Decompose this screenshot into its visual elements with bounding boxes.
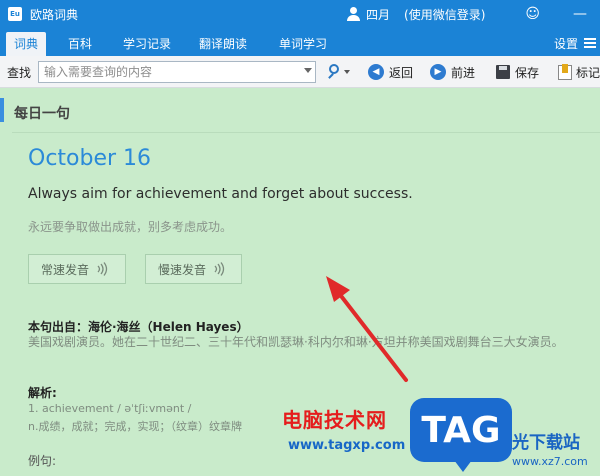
- app-title: 欧路词典: [30, 7, 79, 22]
- watermark-right-text: 光下载站: [512, 433, 580, 453]
- watermark-url: www.tagxp.com: [288, 438, 406, 453]
- settings-button[interactable]: 设置: [554, 32, 578, 56]
- chevron-down-icon: [344, 70, 350, 74]
- section-divider: [12, 132, 600, 133]
- user-icon[interactable]: [346, 6, 362, 22]
- source-label: 本句出自：海伦·海丝（Helen Hayes）: [28, 320, 249, 334]
- mark-button[interactable]: 标记: [558, 62, 600, 82]
- speaker-icon: [214, 262, 225, 276]
- section-title: 每日一句: [14, 106, 70, 122]
- section-accent-bar: [0, 98, 4, 122]
- minimize-button[interactable]: —: [570, 6, 590, 22]
- watermark-site-name: 电脑技术网: [282, 408, 387, 432]
- daily-sentence-en: Always aim for achievement and forget ab…: [28, 186, 413, 202]
- title-bar: Eu 欧路词典 四月 (使用微信登录) ☺ —: [0, 0, 600, 28]
- search-input[interactable]: [38, 61, 316, 83]
- search-icon: [329, 64, 339, 74]
- slow-speed-label: 慢速发音: [158, 262, 207, 277]
- save-button[interactable]: 保存: [496, 62, 539, 82]
- smile-icon[interactable]: ☺: [525, 6, 540, 22]
- back-button[interactable]: ◀ 返回: [368, 62, 413, 82]
- tab-word-study[interactable]: 单词学习: [272, 32, 334, 56]
- back-arrow-icon: ◀: [368, 64, 384, 80]
- tab-study-records[interactable]: 学习记录: [116, 32, 178, 56]
- forward-label: 前进: [451, 65, 476, 80]
- app-logo-icon: Eu: [8, 7, 22, 21]
- save-icon: [496, 65, 510, 79]
- user-name[interactable]: 四月: [366, 6, 390, 23]
- tab-translate-read[interactable]: 翻译朗读: [192, 32, 254, 56]
- nav-bar: 词典 百科 学习记录 翻译朗读 单词学习 设置: [0, 28, 600, 56]
- title-right-group: 四月 (使用微信登录) ☺ —: [346, 0, 600, 28]
- search-toolbar: 查找 ◀ 返回 ▶ 前进 保存 标记: [0, 56, 600, 88]
- normal-speed-audio-button[interactable]: 常速发音: [28, 254, 126, 284]
- forward-arrow-icon: ▶: [430, 64, 446, 80]
- save-label: 保存: [515, 65, 540, 80]
- menu-icon[interactable]: [584, 38, 596, 48]
- source-description: 美国戏剧演员。她在二十世纪二、三十年代和凯瑟琳·科内尔和琳·方坦并称美国戏剧舞台…: [28, 335, 564, 349]
- back-label: 返回: [389, 65, 414, 80]
- analysis-word: 1. achievement / əˈtʃiːvmənt /: [28, 402, 192, 415]
- tab-dictionary[interactable]: 词典: [6, 32, 46, 56]
- search-history-dropdown-icon[interactable]: [304, 68, 312, 73]
- search-label: 查找: [7, 66, 32, 80]
- forward-button[interactable]: ▶ 前进: [430, 62, 475, 82]
- mark-label: 标记: [576, 65, 600, 80]
- watermark-tag-logo: TAG: [410, 398, 512, 472]
- speaker-icon: [97, 262, 108, 276]
- tab-encyclopedia[interactable]: 百科: [60, 32, 100, 56]
- daily-date: October 16: [28, 146, 152, 171]
- slow-speed-audio-button[interactable]: 慢速发音: [145, 254, 242, 284]
- analysis-label: 解析:: [28, 386, 57, 400]
- search-button[interactable]: [326, 62, 354, 82]
- bookmark-icon: [558, 63, 572, 80]
- normal-speed-label: 常速发音: [41, 262, 90, 277]
- analysis-definition: n.成绩，成就；完成，实现；（纹章）纹章牌: [28, 420, 242, 433]
- login-hint[interactable]: (使用微信登录): [404, 6, 485, 23]
- example-label: 例句:: [28, 454, 57, 468]
- watermark-right-url: www.xz7.com: [512, 455, 588, 468]
- daily-sentence-cn: 永远要争取做出成就，别多考虑成功。: [28, 220, 233, 234]
